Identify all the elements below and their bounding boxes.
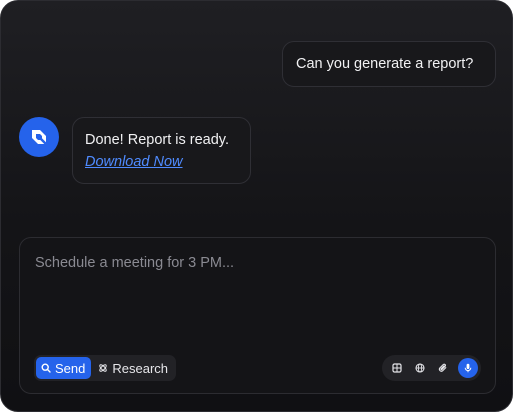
message-input[interactable] [33, 251, 481, 275]
send-mode-button[interactable]: Send [36, 357, 92, 379]
search-icon [41, 363, 51, 373]
bot-avatar [19, 117, 59, 157]
send-mode-label: Send [55, 360, 86, 376]
microphone-icon [464, 363, 472, 373]
research-mode-button[interactable]: Research [93, 357, 174, 379]
bot-message-text: Done! Report is ready. [85, 132, 229, 148]
mode-switcher: Send Research [34, 355, 177, 381]
paperclip-icon [438, 363, 447, 372]
apps-button[interactable] [387, 358, 407, 378]
research-mode-label: Research [112, 360, 169, 376]
download-link[interactable]: Download Now [85, 153, 183, 171]
attach-button[interactable] [433, 358, 453, 378]
user-message-bubble: Can you generate a report? [282, 41, 496, 87]
voice-input-button[interactable] [458, 358, 478, 378]
web-search-button[interactable] [410, 358, 430, 378]
composer: Send Research [19, 237, 496, 394]
atom-icon [99, 364, 108, 372]
grid-icon [392, 363, 402, 373]
chat-window: Can you generate a report? Done! Report … [0, 0, 513, 412]
globe-icon [415, 363, 425, 373]
user-message-text: Can you generate a report? [296, 56, 474, 72]
bot-logo-icon [32, 130, 47, 145]
bot-message-bubble: Done! Report is ready. Download Now [72, 117, 251, 184]
composer-tools [382, 355, 481, 381]
